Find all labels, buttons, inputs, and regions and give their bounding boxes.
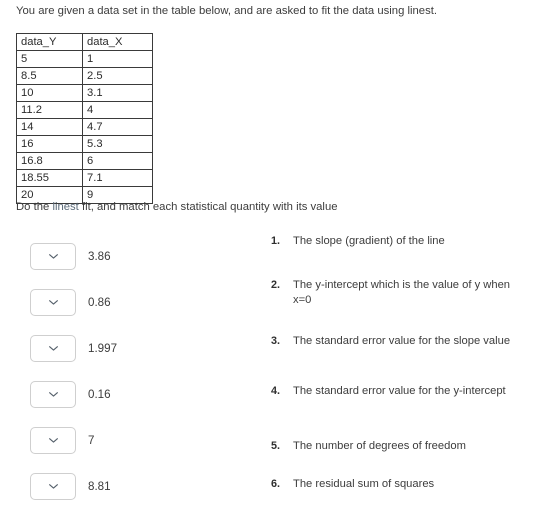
cell-data-x: 4.7 — [82, 118, 153, 136]
answer-row: 7 — [30, 418, 230, 464]
statement-item-4: 4. The standard error value for the y-in… — [271, 384, 521, 430]
match-dropdown-2[interactable] — [30, 289, 76, 316]
prompt-text-before: Do the — [16, 201, 53, 213]
data-table: data_Y data_X 5 1 8.5 2.5 10 3.1 11.2 4 … — [16, 33, 153, 204]
chevron-down-icon — [48, 484, 58, 489]
prompt-keyword: linest — [52, 201, 79, 213]
answer-row: 1.997 — [30, 326, 230, 372]
answer-row: 0.16 — [30, 372, 230, 418]
table-row: 5 1 — [16, 50, 153, 68]
answer-row: 8.81 — [30, 464, 230, 510]
table-row: 10 3.1 — [16, 84, 153, 102]
statement-text: The standard error value for the slope v… — [293, 335, 511, 347]
match-dropdown-4[interactable] — [30, 381, 76, 408]
cell-data-y: 8.5 — [16, 67, 83, 85]
statement-text: The number of degrees of freedom — [293, 440, 466, 452]
cell-data-x: 7.1 — [82, 169, 153, 187]
table-row: 16.8 6 — [16, 152, 153, 170]
statement-number: 1. — [271, 235, 281, 247]
answer-row: 3.86 — [30, 234, 230, 280]
cell-data-x: 6 — [82, 152, 153, 170]
intro-paragraph: You are given a data set in the table be… — [16, 5, 437, 17]
chevron-down-icon — [48, 438, 58, 443]
statement-number: 5. — [271, 440, 281, 452]
cell-data-y: 18.55 — [16, 169, 83, 187]
chevron-down-icon — [48, 254, 58, 259]
column-header-data-y: data_Y — [16, 33, 83, 51]
statement-item-3: 3. The standard error value for the slop… — [271, 334, 521, 380]
cell-data-y: 16 — [16, 135, 83, 153]
statement-number: 4. — [271, 385, 281, 397]
answer-value-3: 1.997 — [88, 342, 118, 355]
cell-data-x: 3.1 — [82, 84, 153, 102]
chevron-down-icon — [48, 346, 58, 351]
statement-item-2: 2. The y-intercept which is the value of… — [271, 278, 521, 324]
table-body: 5 1 8.5 2.5 10 3.1 11.2 4 14 4.7 16 5.3 … — [16, 50, 153, 204]
cell-data-x: 2.5 — [82, 67, 153, 85]
answer-value-4: 0.16 — [88, 388, 111, 401]
table-row: 18.55 7.1 — [16, 169, 153, 187]
cell-data-x: 5.3 — [82, 135, 153, 153]
match-dropdown-3[interactable] — [30, 335, 76, 362]
table-row: 8.5 2.5 — [16, 67, 153, 85]
cell-data-x: 4 — [82, 101, 153, 119]
statement-text: The y-intercept which is the value of y … — [293, 279, 511, 306]
statement-text: The residual sum of squares — [293, 478, 435, 490]
statement-item-6: 6. The residual sum of squares — [271, 477, 521, 523]
chevron-down-icon — [48, 392, 58, 397]
answer-value-5: 7 — [88, 434, 95, 447]
cell-data-y: 16.8 — [16, 152, 83, 170]
statement-item-1: 1. The slope (gradient) of the line — [271, 234, 521, 280]
answer-value-2: 0.86 — [88, 296, 111, 309]
cell-data-y: 14 — [16, 118, 83, 136]
answer-row: 0.86 — [30, 280, 230, 326]
table-row: 16 5.3 — [16, 135, 153, 153]
chevron-down-icon — [48, 300, 58, 305]
column-header-data-x: data_X — [82, 33, 153, 51]
statement-number: 6. — [271, 478, 281, 490]
table-row: 11.2 4 — [16, 101, 153, 119]
match-dropdown-6[interactable] — [30, 473, 76, 500]
statement-number: 3. — [271, 335, 281, 347]
table-header-row: data_Y data_X — [16, 33, 153, 51]
statement-text: The slope (gradient) of the line — [293, 235, 445, 247]
table-row: 14 4.7 — [16, 118, 153, 136]
prompt-text-after: fit, and match each statistical quantity… — [78, 201, 338, 213]
statement-number: 2. — [271, 279, 281, 291]
cell-data-y: 10 — [16, 84, 83, 102]
answer-value-1: 3.86 — [88, 250, 111, 263]
answer-column: 3.86 0.86 1.997 0.16 7 8.81 — [30, 234, 230, 510]
answer-value-6: 8.81 — [88, 480, 111, 493]
cell-data-y: 11.2 — [16, 101, 83, 119]
match-dropdown-1[interactable] — [30, 243, 76, 270]
cell-data-x: 1 — [82, 50, 153, 68]
matching-exercise: 3.86 0.86 1.997 0.16 7 8.81 1. The slope… — [0, 234, 547, 512]
task-prompt: Do the linest fit, and match each statis… — [16, 199, 338, 215]
match-dropdown-5[interactable] — [30, 427, 76, 454]
statement-text: The standard error value for the y-inter… — [293, 385, 506, 397]
cell-data-y: 5 — [16, 50, 83, 68]
